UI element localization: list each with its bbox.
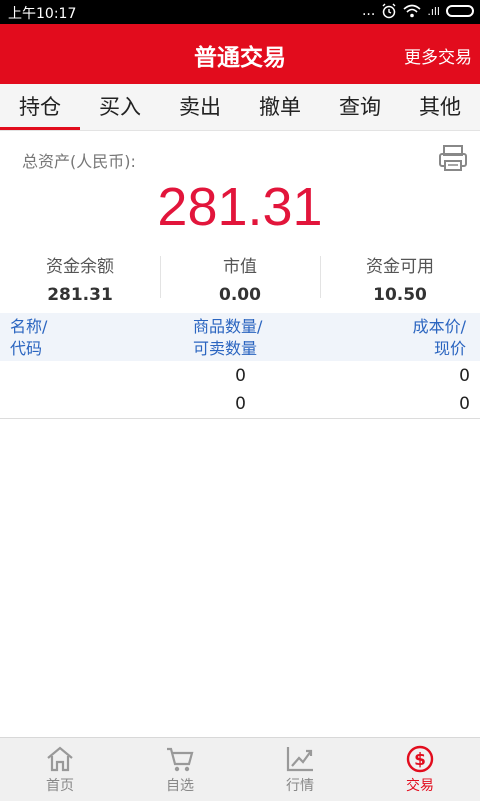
more-trading-button[interactable]: 更多交易 <box>404 43 472 68</box>
bottom-nav: 首页 自选 行情 $ 交易 <box>0 737 480 801</box>
dollar-icon: $ <box>406 745 434 773</box>
tab-other[interactable]: 其他 <box>400 84 480 130</box>
chart-icon <box>286 747 313 772</box>
cell-cost: 0 <box>459 366 470 386</box>
total-assets-label: 总资产(人民币): <box>22 152 136 171</box>
nav-label: 交易 <box>406 778 434 794</box>
svg-text:$: $ <box>414 750 426 770</box>
header-name-code[interactable]: 名称/ 代码 <box>10 316 47 360</box>
stat-label: 资金可用 <box>366 257 434 277</box>
asset-stats: 资金余额 281.31 市值 0.00 资金可用 10.50 <box>0 252 480 305</box>
tab-sell[interactable]: 卖出 <box>160 84 240 130</box>
nav-label: 首页 <box>46 778 74 794</box>
stat-label: 市值 <box>223 257 257 277</box>
home-icon <box>47 746 73 772</box>
header-quantity[interactable]: 商品数量/ 可卖数量 <box>193 316 262 360</box>
stat-label: 资金余额 <box>46 257 114 277</box>
tab-query[interactable]: 查询 <box>320 84 400 130</box>
header-cost: 成本价/ <box>412 317 466 336</box>
app-bar: 普通交易 更多交易 <box>0 24 480 84</box>
stat-available-funds: 资金可用 10.50 <box>320 252 480 305</box>
cell-quantity: 0 <box>235 366 246 386</box>
stat-value: 0.00 <box>219 285 261 305</box>
tab-positions[interactable]: 持仓 <box>0 84 80 130</box>
nav-label: 行情 <box>286 778 314 794</box>
wifi-icon <box>403 4 421 18</box>
tab-cancel[interactable]: 撤单 <box>240 84 320 130</box>
cart-icon <box>167 747 194 772</box>
cell-sellable: 0 <box>235 394 246 414</box>
status-time: 上午10:17 <box>8 6 77 22</box>
stat-cash-balance: 资金余额 281.31 <box>0 252 160 305</box>
header-cost-price[interactable]: 成本价/ 现价 <box>413 316 466 360</box>
total-assets-value: 281.31 <box>157 177 323 237</box>
status-dots: ... <box>361 3 376 19</box>
holdings-table-header: 名称/ 代码 商品数量/ 可卖数量 成本价/ 现价 <box>0 313 480 361</box>
trade-tabs: 持仓 买入 卖出 撤单 查询 其他 <box>0 84 480 131</box>
stat-market-value: 市值 0.00 <box>160 252 320 305</box>
header-code: 代码 <box>10 339 43 358</box>
nav-home[interactable]: 首页 <box>0 738 120 801</box>
header-price: 现价 <box>433 339 466 358</box>
table-row[interactable]: 0 0 0 0 <box>0 362 480 419</box>
status-bar: 上午10:17 ... .ıll <box>0 0 480 24</box>
alarm-icon <box>382 3 396 19</box>
battery-icon <box>446 5 474 17</box>
stat-value: 10.50 <box>373 285 427 305</box>
header-qty-total: 商品数量/ <box>193 317 263 336</box>
nav-watchlist[interactable]: 自选 <box>120 738 240 801</box>
nav-trade[interactable]: $ 交易 <box>360 738 480 801</box>
tab-buy[interactable]: 买入 <box>80 84 160 130</box>
nav-market[interactable]: 行情 <box>240 738 360 801</box>
print-receipt-icon[interactable] <box>438 144 468 172</box>
header-name: 名称/ <box>10 317 48 336</box>
status-icons: ... .ıll <box>362 3 474 19</box>
stat-value: 281.31 <box>47 285 113 305</box>
nav-label: 自选 <box>166 778 194 794</box>
cell-price: 0 <box>459 394 470 414</box>
signal-icon: .ıll <box>427 4 440 18</box>
header-qty-sellable: 可卖数量 <box>193 339 258 358</box>
